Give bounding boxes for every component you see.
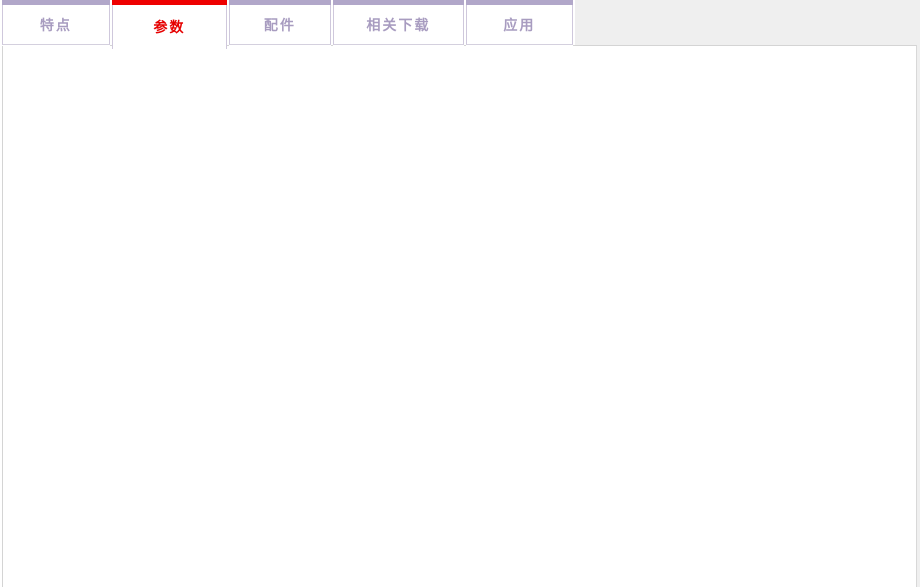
product-spec-page: 特点 参数 配件 相关下载 应用 【W-800 规格参数】↵ ↵ bbox=[0, 0, 920, 587]
tab-features[interactable]: 特点 bbox=[2, 0, 110, 46]
tab-label: 特点 bbox=[40, 15, 72, 35]
tab-downloads[interactable]: 相关下载 bbox=[333, 0, 464, 46]
tab-label: 相关下载 bbox=[367, 15, 431, 35]
tab-parameters[interactable]: 参数 bbox=[112, 0, 227, 49]
tab-accessories[interactable]: 配件 bbox=[229, 0, 331, 46]
tab-label: 参数 bbox=[154, 17, 186, 37]
tabbar-background bbox=[575, 0, 920, 45]
content-panel bbox=[2, 45, 917, 587]
tab-label: 应用 bbox=[504, 15, 536, 35]
tab-label: 配件 bbox=[264, 15, 296, 35]
tab-applications[interactable]: 应用 bbox=[466, 0, 573, 46]
